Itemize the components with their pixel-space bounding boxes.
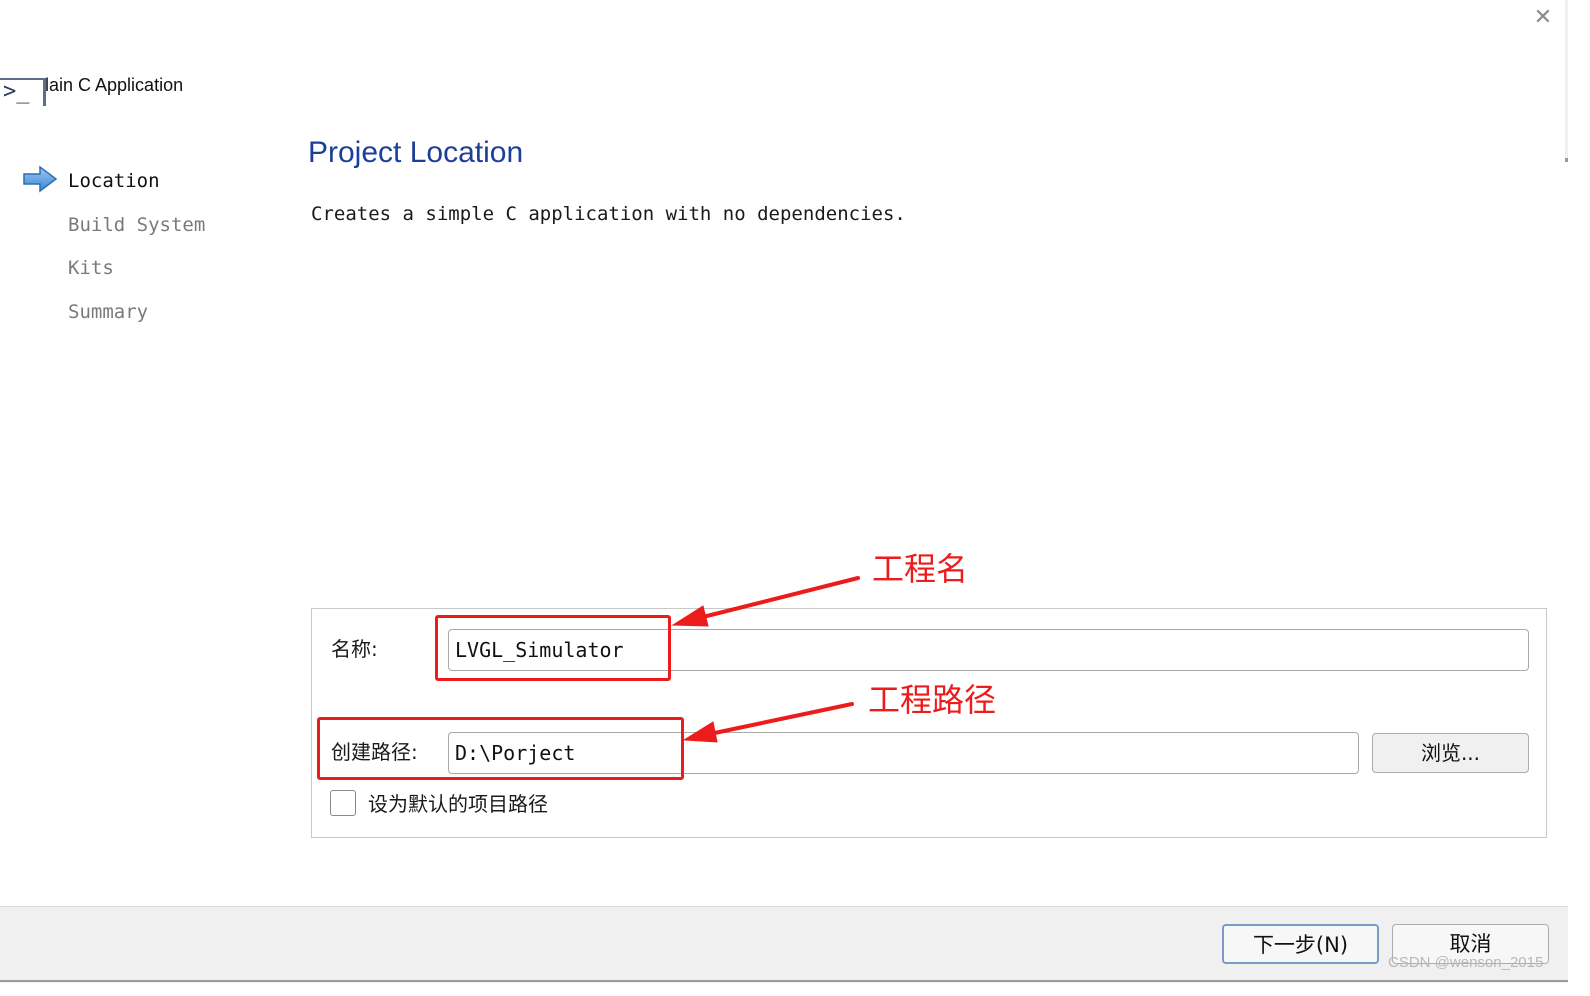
close-icon[interactable]: ✕ (1530, 5, 1556, 31)
name-label: 名称: (331, 637, 378, 661)
page-title: Project Location (308, 136, 524, 169)
window-edge (1565, 0, 1568, 160)
step-location: Location (68, 170, 160, 192)
next-button[interactable]: 下一步(N) (1222, 924, 1379, 964)
watermark: CSDN @wenson_2015 (1388, 954, 1544, 971)
project-path-annotation: 工程路径 (868, 681, 997, 719)
project-name-annotation: 工程名 (872, 550, 969, 588)
default-path-checkbox[interactable] (330, 790, 356, 816)
page-description: Creates a simple C application with no d… (311, 203, 906, 225)
terminal-icon: >_ (0, 78, 46, 106)
default-path-checkbox-label: 设为默认的项目路径 (368, 792, 548, 816)
current-step-arrow-icon (23, 165, 58, 193)
wizard-title: Plain C Application (33, 75, 184, 95)
path-highlight-box (317, 717, 684, 780)
footer-border (0, 980, 1568, 982)
step-summary: Summary (68, 301, 149, 323)
step-build-system: Build System (68, 214, 206, 236)
annotation-arrows (671, 576, 860, 743)
name-highlight-box (435, 615, 671, 681)
step-kits: Kits (68, 257, 114, 279)
window-edge-tick (1565, 158, 1568, 162)
browse-button[interactable]: 浏览... (1372, 733, 1529, 773)
